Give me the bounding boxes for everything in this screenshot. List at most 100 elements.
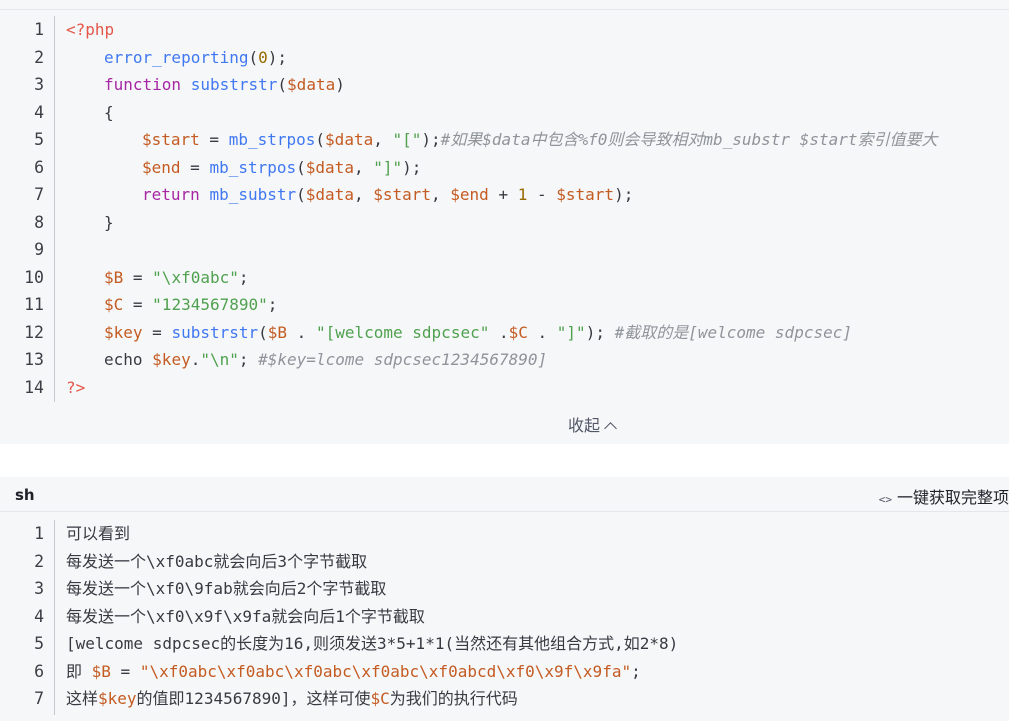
code-token: ); bbox=[614, 185, 634, 204]
code-token: ( bbox=[258, 322, 268, 342]
code-token: . bbox=[287, 322, 316, 342]
code-token: substrstr bbox=[171, 322, 259, 342]
code-token: "\xf0abc" bbox=[152, 267, 239, 287]
code-token: $data bbox=[305, 157, 354, 177]
code-token: "\n" bbox=[200, 350, 239, 369]
code-token: mb_substr bbox=[209, 185, 297, 204]
code-token: , bbox=[431, 185, 451, 204]
code-token: , bbox=[373, 130, 393, 149]
code-line: 14 ?> bbox=[0, 374, 1009, 402]
code-token: ( bbox=[248, 47, 259, 67]
code-token: 每发送一个\xf0abc就会向后3个字节截取 bbox=[66, 551, 368, 571]
code-token: = bbox=[123, 267, 153, 287]
line-number: 1 bbox=[34, 20, 44, 39]
code-token: "\xf0abc\xf0abc\xf0abc\xf0abc\xf0abcd\xf… bbox=[139, 661, 632, 681]
line-number: 5 bbox=[34, 130, 44, 149]
code-token: echo bbox=[104, 350, 153, 369]
code-token: ); bbox=[402, 157, 422, 177]
code-token: mb_strpos bbox=[209, 157, 297, 177]
code-token: ; bbox=[238, 267, 249, 287]
line-code: $key = substrstr($B . "[welcome sdpcsec"… bbox=[104, 319, 852, 347]
code-token: $start bbox=[142, 130, 200, 149]
code-icon: <> bbox=[878, 493, 892, 506]
get-full-project-label: 一键获取完整项 bbox=[896, 488, 1009, 507]
code-token: . bbox=[190, 350, 201, 369]
line-code: <?php bbox=[66, 16, 114, 44]
code-token: ( bbox=[296, 157, 306, 177]
code-token: $B bbox=[91, 661, 111, 681]
code-token: "]" bbox=[556, 322, 586, 342]
code-token: . bbox=[527, 322, 557, 342]
code-token: , bbox=[353, 185, 374, 204]
code-token: function bbox=[104, 75, 182, 94]
line-number: 13 bbox=[24, 350, 44, 369]
code-line: 4{ bbox=[0, 99, 1009, 127]
code-token: #如果$data中包含%f0则会导致相对mb_substr $start索引值要… bbox=[440, 130, 938, 149]
code-line: 5 [welcome sdpcsec的长度为16,则须发送3*5+1*1(当然还有… bbox=[0, 630, 1009, 658]
code-token: 为我们的执行代码 bbox=[389, 689, 518, 708]
code-line: 1 可以看到 bbox=[0, 520, 1009, 548]
get-full-project-button[interactable]: <> 一键获取完整项 bbox=[879, 484, 1009, 508]
code-language-label: sh bbox=[15, 486, 35, 504]
code-line: 7 return mb_substr($data, $start, $end + … bbox=[0, 181, 1009, 209]
code-token: $B bbox=[267, 322, 288, 342]
line-number: 3 bbox=[34, 75, 44, 94]
line-number: 7 bbox=[34, 185, 44, 204]
php-code-block: 1 <?php 2 error_reporting(0); 3 function subs… bbox=[0, 0, 1009, 444]
line-code: $C = "1234567890"; bbox=[104, 291, 277, 319]
code-token: ; bbox=[238, 350, 259, 369]
code-token: ); bbox=[267, 47, 288, 67]
line-number: 2 bbox=[34, 47, 44, 67]
line-code: 每发送一个\xf0abc就会向后3个字节截取 bbox=[66, 548, 367, 576]
line-code: 即 $B = "\xf0abc\xf0abc\xf0abc\xf0abc\xf0… bbox=[66, 658, 641, 686]
code-line: 3 function substrstr($data) bbox=[0, 71, 1009, 99]
line-number: 10 bbox=[24, 267, 44, 287]
code-token: = bbox=[142, 322, 172, 342]
collapse-button[interactable]: 收起 bbox=[568, 412, 617, 436]
code-token: ); bbox=[585, 322, 615, 342]
sh-code-header: sh <> 一键获取完整项 bbox=[0, 477, 1009, 512]
code-token: ; bbox=[631, 661, 641, 681]
line-code: $B = "\xf0abc"; bbox=[104, 264, 249, 292]
code-line: 11 $C = "1234567890"; bbox=[0, 291, 1009, 319]
collapse-label: 收起 bbox=[568, 416, 601, 435]
line-number: 6 bbox=[34, 157, 44, 177]
code-token: #截取的是[welcome sdpcsec] bbox=[614, 322, 852, 342]
line-code: $end = mb_strpos($data, "]"); bbox=[142, 154, 421, 182]
code-line: 5 $start = mb_strpos($data, "[");#如果$data… bbox=[0, 126, 1009, 154]
code-token: $data bbox=[305, 185, 354, 204]
code-token: = bbox=[110, 661, 140, 681]
line-code: error_reporting(0); bbox=[104, 44, 287, 72]
code-token: { bbox=[104, 102, 114, 122]
line-number: 12 bbox=[24, 322, 44, 342]
line-number: 7 bbox=[34, 689, 44, 708]
line-number: 11 bbox=[24, 295, 44, 314]
code-token: #$key=lcome sdpcsec1234567890] bbox=[258, 350, 548, 369]
code-token: 1 bbox=[517, 185, 528, 204]
code-token: $data bbox=[325, 130, 374, 149]
code-token: $key bbox=[98, 689, 137, 708]
code-token: "]" bbox=[373, 157, 403, 177]
code-token: 的值即1234567890]，这样可使 bbox=[136, 689, 371, 708]
line-code: ?> bbox=[66, 374, 85, 402]
code-token: ( bbox=[315, 130, 326, 149]
line-code: return mb_substr($data, $start, $end + 1… bbox=[142, 181, 633, 209]
code-line: 4 每发送一个\xf0\x9f\x9fa就会向后1个字节截取 bbox=[0, 603, 1009, 631]
line-code: function substrstr($data) bbox=[104, 71, 345, 99]
code-line: 3 每发送一个\xf0\9fab就会向后2个字节截取 bbox=[0, 575, 1009, 603]
code-token: $start bbox=[373, 185, 432, 204]
line-number: 2 bbox=[34, 551, 44, 571]
code-line: 13 echo $key."\n"; #$key=lcome sdpcsec123… bbox=[0, 346, 1009, 374]
code-token: ?> bbox=[66, 377, 86, 397]
code-line: 9 bbox=[0, 236, 1009, 264]
code-token: [welcome sdpcsec的长度为16,则须发送3*5+1*1(当然还有其… bbox=[66, 634, 679, 653]
code-line: 6 即 $B = "\xf0abc\xf0abc\xf0abc\xf0abc\xf… bbox=[0, 658, 1009, 686]
line-number: 1 bbox=[34, 524, 44, 543]
code-token: = bbox=[123, 295, 153, 314]
code-token: 可以看到 bbox=[66, 524, 131, 543]
line-code: { bbox=[104, 99, 114, 127]
code-token: ; bbox=[267, 295, 278, 314]
code-token: . bbox=[489, 322, 509, 342]
